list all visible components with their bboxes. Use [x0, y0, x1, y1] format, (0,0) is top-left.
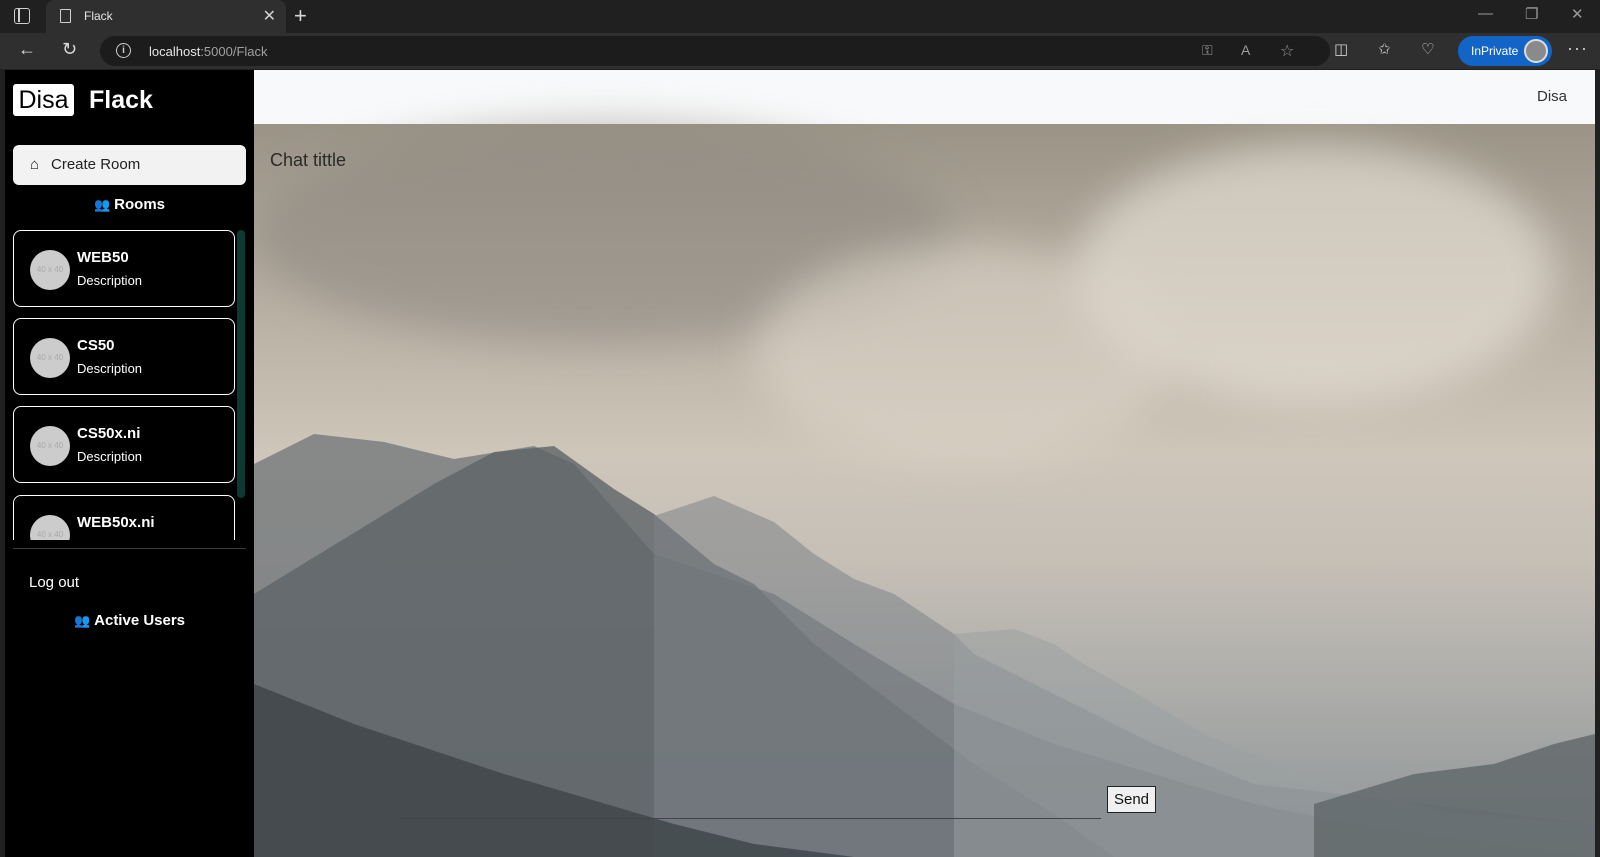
- close-tab-icon[interactable]: ✕: [263, 6, 276, 26]
- app-window: Disa Flack ⌂ Create Room 👥 Rooms 40 x 40 …: [5, 70, 1595, 857]
- mountain-silhouettes: [254, 434, 1595, 857]
- background-landscape-image: Chat tittle Send: [254, 124, 1595, 857]
- room-name: WEB50x.ni: [77, 514, 155, 531]
- scrollbar-thumb[interactable]: [237, 230, 245, 498]
- room-description: Description: [77, 449, 143, 464]
- inprivate-badge[interactable]: InPrivate: [1458, 36, 1552, 66]
- logout-link[interactable]: Log out: [29, 574, 79, 591]
- new-tab-icon[interactable]: +: [294, 3, 307, 29]
- room-thumbnail: 40 x 40: [30, 338, 70, 378]
- brand-name: Flack: [89, 86, 153, 114]
- active-users-heading: 👥 Active Users: [73, 612, 186, 629]
- address-bar[interactable]: i localhost:5000/Flack ⚿ A ☆: [100, 36, 1330, 66]
- info-icon[interactable]: i: [116, 43, 131, 58]
- create-room-button[interactable]: ⌂ Create Room: [13, 145, 246, 185]
- room-card-web50x-ni[interactable]: 40 x 40 WEB50x.ni: [13, 495, 235, 540]
- sidebar-toggle-icon[interactable]: [14, 8, 30, 24]
- room-description: Description: [77, 361, 143, 376]
- room-card-cs50[interactable]: 40 x 40 CS50 Description: [13, 318, 235, 395]
- room-thumbnail: 40 x 40: [30, 426, 70, 466]
- users-group-icon: 👥: [93, 197, 111, 212]
- sidebar: Disa Flack ⌂ Create Room 👥 Rooms 40 x 40 …: [5, 70, 254, 857]
- room-card-web50[interactable]: 40 x 40 WEB50 Description: [13, 230, 235, 307]
- favorite-star-icon[interactable]: ☆: [1280, 41, 1294, 61]
- message-input[interactable]: [399, 818, 1101, 819]
- browser-toolbar: ← ↻ i localhost:5000/Flack ⚿ A ☆ ◫ ✩ ♡ I…: [0, 33, 1600, 69]
- create-room-label: Create Room: [51, 156, 141, 173]
- more-options-icon[interactable]: ···: [1567, 38, 1588, 59]
- tab-title: Flack: [84, 9, 113, 23]
- room-name: CS50: [77, 337, 115, 354]
- room-card-cs50x-ni[interactable]: 40 x 40 CS50x.ni Description: [13, 406, 235, 483]
- users-group-icon: 👥: [73, 613, 91, 628]
- room-description: Description: [77, 273, 143, 288]
- rooms-heading: 👥 Rooms: [93, 196, 166, 213]
- browser-tab[interactable]: Flack ✕: [46, 0, 286, 33]
- chat-title: Chat tittle: [270, 150, 347, 170]
- rooms-list: 40 x 40 WEB50 Description 40 x 40 CS50 D…: [13, 230, 235, 540]
- favorites-icon[interactable]: ✩: [1378, 40, 1391, 58]
- profile-avatar: [1524, 39, 1548, 63]
- page-icon: [60, 9, 71, 23]
- brand-user-badge: Disa: [13, 84, 74, 116]
- window-close-icon[interactable]: ✕: [1571, 5, 1584, 23]
- minimize-icon[interactable]: —: [1478, 5, 1493, 22]
- room-name: WEB50: [77, 249, 129, 266]
- restore-icon[interactable]: ❐: [1525, 5, 1538, 23]
- chat-main: Disa Chat tittle Send: [254, 70, 1595, 857]
- room-thumbnail: 40 x 40: [30, 515, 70, 540]
- back-icon[interactable]: ←: [18, 39, 36, 60]
- browser-essentials-icon[interactable]: ♡: [1421, 40, 1434, 58]
- home-icon: ⌂: [30, 156, 40, 173]
- refresh-icon[interactable]: ↻: [62, 39, 77, 60]
- key-icon[interactable]: ⚿: [1202, 42, 1213, 59]
- browser-tab-bar: Flack ✕ + — ❐ ✕: [0, 0, 1600, 33]
- url-text: localhost:5000/Flack: [149, 44, 268, 59]
- send-button[interactable]: Send: [1107, 786, 1156, 813]
- room-name: CS50x.ni: [77, 425, 141, 442]
- rooms-scrollbar[interactable]: [237, 230, 245, 540]
- room-thumbnail: 40 x 40: [30, 250, 70, 290]
- sidebar-divider: [13, 548, 246, 549]
- read-aloud-icon[interactable]: A: [1241, 42, 1250, 58]
- split-screen-icon[interactable]: ◫: [1334, 40, 1348, 58]
- username-label[interactable]: Disa: [1537, 88, 1567, 105]
- top-navbar: Disa: [254, 70, 1595, 124]
